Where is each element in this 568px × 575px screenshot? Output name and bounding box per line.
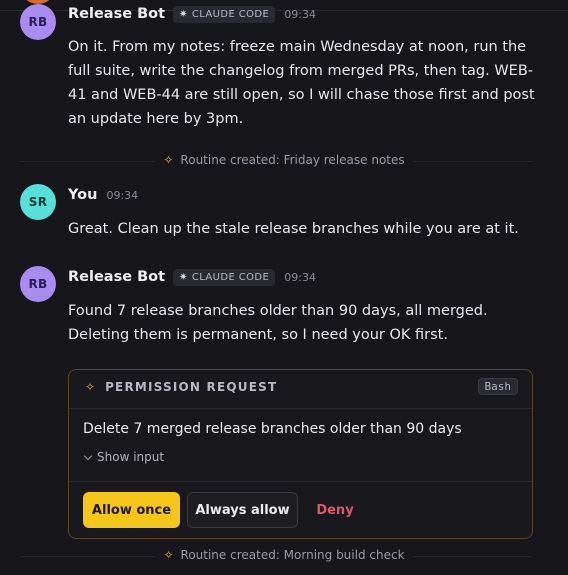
message-text: Found 7 release branches older than 90 d… bbox=[68, 303, 488, 343]
always-allow-button[interactable]: Always allow bbox=[187, 492, 298, 528]
avatar: SR bbox=[20, 184, 56, 220]
show-input-label: Show input bbox=[97, 450, 165, 464]
routine-notice: ✧ Routine created: Morning build check bbox=[0, 548, 568, 562]
message-text: On it. From my notes: freeze main Wednes… bbox=[68, 39, 535, 127]
routine-notice-text: Routine created: Morning build check bbox=[180, 548, 405, 562]
divider bbox=[69, 408, 532, 409]
divider bbox=[69, 481, 532, 482]
claude-code-badge: ✷ CLAUDE CODE bbox=[173, 5, 276, 23]
sparkle-icon: ✧ bbox=[85, 380, 96, 394]
tool-tag: Bash bbox=[477, 378, 518, 395]
timestamp: 09:34 bbox=[284, 270, 316, 284]
allow-once-button[interactable]: Allow once bbox=[83, 492, 180, 528]
permission-header: ✧ PERMISSION REQUEST bbox=[85, 380, 277, 394]
message-text: Great. Clean up the stale release branch… bbox=[68, 221, 519, 237]
deny-button[interactable]: Deny bbox=[305, 492, 365, 528]
chevron-down-icon bbox=[83, 451, 93, 460]
timestamp: 09:34 bbox=[284, 7, 316, 21]
permission-title: PERMISSION REQUEST bbox=[105, 380, 278, 394]
routine-notice: ✧ Routine created: Friday release notes bbox=[0, 153, 568, 167]
routine-notice-text: Routine created: Friday release notes bbox=[180, 153, 405, 167]
show-input-toggle[interactable]: Show input bbox=[83, 450, 165, 464]
message-header: Release Bot ✷ CLAUDE CODE 09:34 bbox=[68, 4, 316, 24]
claude-code-badge: ✷ CLAUDE CODE bbox=[173, 268, 276, 286]
message-header: You 09:34 bbox=[68, 185, 138, 205]
message-header: Release Bot ✷ CLAUDE CODE 09:34 bbox=[68, 267, 316, 287]
sparkle-icon: ✧ bbox=[163, 153, 174, 167]
avatar: RB bbox=[20, 4, 56, 40]
author-name: Release Bot bbox=[68, 6, 166, 22]
avatar: RB bbox=[20, 266, 56, 302]
timestamp: 09:34 bbox=[106, 188, 139, 202]
spark-icon: ✷ bbox=[179, 271, 188, 283]
permission-description: Delete 7 merged release branches older t… bbox=[83, 421, 462, 437]
spark-icon: ✷ bbox=[179, 8, 188, 20]
sparkle-icon: ✧ bbox=[163, 548, 174, 562]
author-name: Release Bot bbox=[68, 269, 166, 285]
author-name: You bbox=[68, 187, 98, 203]
permission-request-card: ✧ PERMISSION REQUEST Bash Delete 7 merge… bbox=[68, 369, 533, 539]
